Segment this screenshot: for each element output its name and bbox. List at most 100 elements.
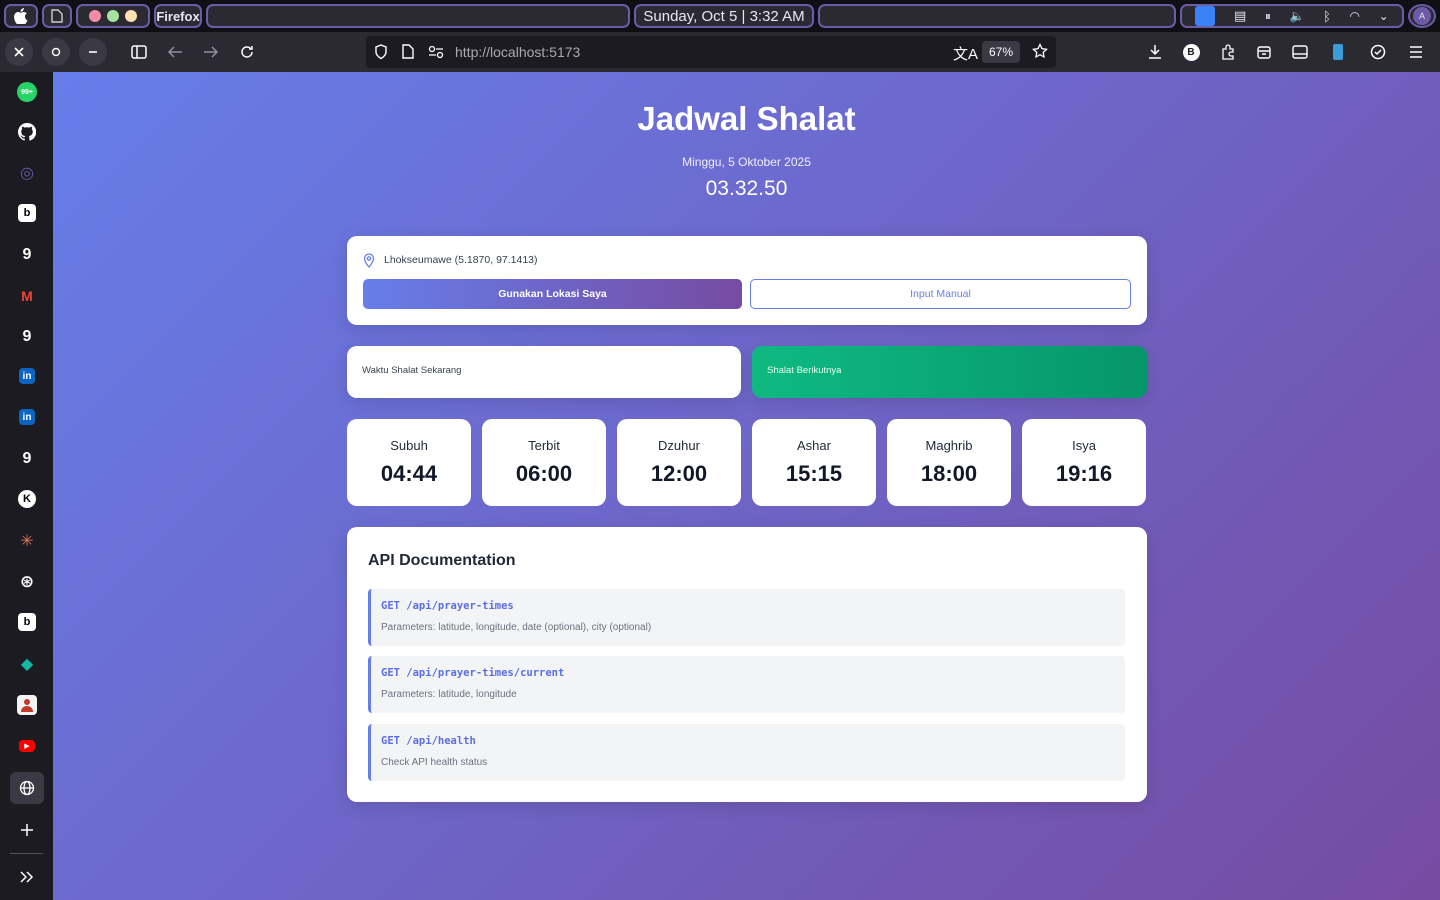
diamond-app-label: ◆ [20,656,34,673]
chevron-down-icon[interactable]: ⌄ [1379,9,1389,23]
url-bar[interactable]: http://localhost:5173 文A 67% [366,36,1056,68]
assistant-icon[interactable]: ◎ [17,163,37,183]
translate-icon[interactable]: 文A [953,43,978,64]
location-text: Lhokseumawe (5.1870, 97.1413) [384,254,538,266]
prayer-card-subuh: Subuh 04:44 [347,419,471,506]
page-icon [402,44,414,64]
claude-icon[interactable]: ✳ [17,531,37,551]
profile-app-icon[interactable] [17,695,37,715]
linkedin-label: in [22,370,32,382]
whatsapp-badge: 99+ [21,88,33,96]
bluetooth-icon[interactable]: ᛒ [1323,9,1331,24]
reload-icon[interactable] [233,38,261,66]
bookmark-star-icon[interactable] [1032,42,1048,64]
shield-icon[interactable] [374,44,388,65]
g-app-icon[interactable]: 9 [17,245,37,265]
claude-label: ✳ [20,533,34,550]
close-tab-icon[interactable] [5,38,33,66]
permissions-icon[interactable] [428,45,444,64]
globe-icon[interactable] [10,772,44,804]
downloads-icon[interactable] [1141,38,1169,66]
app-tray-icon[interactable] [1195,6,1216,26]
b-app-icon[interactable]: b [18,204,36,222]
g-app-label: 9 [22,328,32,345]
youtube-label: ▶ [24,743,30,750]
location-card: Lhokseumawe (5.1870, 97.1413) Gunakan Lo… [347,236,1147,325]
api-endpoint-desc: Parameters: latitude, longitude [381,689,517,700]
sidebar-divider [10,853,43,854]
expand-sidebar-icon[interactable] [17,867,37,887]
clipboard-icon[interactable]: ▤ [1234,8,1246,24]
api-endpoint: GET /api/prayer-times/current Parameters… [368,656,1125,713]
prayer-time: 19:16 [1055,461,1113,486]
profile-badge[interactable]: B [1177,38,1205,66]
youtube-icon[interactable]: ▶ [19,740,35,752]
linkedin-icon[interactable]: in [19,409,35,425]
prayer-name: Terbit [528,438,560,453]
api-endpoint-method: GET /api/prayer-times/current [381,667,565,679]
url-host: http://localhost [455,44,546,60]
minimize-icon[interactable] [79,38,107,66]
document-icon[interactable] [42,4,72,28]
forward-icon[interactable] [197,38,225,66]
prayer-time: 15:15 [785,461,843,486]
clock-datetime[interactable]: Sunday, Oct 5 | 3:32 AM [634,4,814,28]
b-app-icon[interactable]: b [18,613,36,631]
add-panel-icon[interactable] [17,820,37,840]
system-tray: ▤ ⏸ 🔈 ᛒ ◠ ⌄ [1180,4,1404,28]
url-text[interactable]: http://localhost:5173 [455,44,580,60]
check-circle-icon[interactable] [1364,38,1392,66]
volume-icon[interactable]: 🔈 [1290,9,1305,23]
profile-letter: B [1182,43,1200,61]
user-avatar[interactable]: A [1408,4,1436,28]
zoom-level[interactable]: 67% [982,41,1020,63]
extensions-icon[interactable] [1214,38,1242,66]
prayer-time: 04:44 [380,461,438,486]
sidebar-toggle-icon[interactable] [125,38,153,66]
g-app-icon[interactable]: 9 [17,449,37,469]
window-controls [76,4,150,28]
linkedin-label: in [22,411,32,423]
prayer-name: Isya [1072,438,1096,453]
pause-icon[interactable]: ⏸ [1265,9,1271,24]
extension-tray-icon[interactable] [1324,38,1352,66]
page-clock: 03.32.50 [705,177,788,200]
wifi-icon[interactable]: ◠ [1350,9,1360,23]
prayer-card-maghrib: Maghrib 18:00 [887,419,1011,506]
prayer-time: 12:00 [650,461,708,486]
page-content: Jadwal Shalat Minggu, 5 Oktober 2025 03.… [53,72,1440,900]
next-prayer-card: Shalat Berikutnya [752,346,1147,398]
minimize-window-icon[interactable] [107,10,119,22]
openai-label: ⊛ [19,572,35,591]
record-icon[interactable] [42,38,70,66]
manual-input-button[interactable]: Input Manual [750,279,1131,309]
openai-icon[interactable]: ⊛ [17,572,37,592]
diamond-app-icon[interactable]: ◆ [17,654,37,674]
menu-hamburger-icon[interactable] [1402,38,1430,66]
prayer-name: Dzuhur [658,438,700,453]
prayer-name: Maghrib [925,438,973,453]
linkedin-icon[interactable]: in [19,368,35,384]
whatsapp-icon[interactable]: 99+ [17,82,37,102]
apple-menu-icon[interactable] [4,4,38,28]
gmail-icon[interactable]: M [17,286,37,306]
g-app-icon[interactable]: 9 [17,327,37,347]
next-prayer-label: Shalat Berikutnya [767,365,842,376]
use-location-button[interactable]: Gunakan Lokasi Saya [363,279,742,309]
github-icon[interactable] [17,122,37,142]
container-icon[interactable] [1250,38,1278,66]
prayer-name: Ashar [797,438,831,453]
k-app-label: K [23,493,31,505]
api-endpoint-desc: Parameters: latitude, longitude, date (o… [381,622,652,633]
browser-toolbar: http://localhost:5173 文A 67% B [0,32,1440,72]
api-docs-card: API Documentation GET /api/prayer-times … [347,527,1147,802]
close-window-icon[interactable] [89,10,101,22]
current-prayer-card: Waktu Shalat Sekarang [347,346,741,398]
api-docs-title: API Documentation [368,552,516,569]
window-title-bar [206,4,630,28]
maximize-window-icon[interactable] [125,10,137,22]
back-icon[interactable] [161,38,189,66]
reader-view-icon[interactable] [1286,38,1314,66]
k-app-icon[interactable]: K [18,490,36,508]
active-app-name[interactable]: Firefox [154,4,202,28]
